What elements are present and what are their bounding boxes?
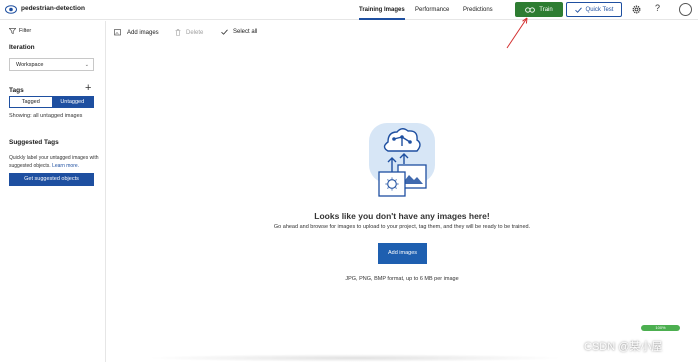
supported-formats-text: JPG, PNG, BMP format, up to 6 MB per ima… [345, 276, 459, 282]
trash-icon [175, 29, 181, 36]
empty-state-headline: Looks like you don't have any images her… [314, 211, 490, 221]
tab-performance[interactable]: Performance [415, 0, 449, 20]
check-icon [221, 29, 228, 35]
tab-untagged[interactable]: Untagged [51, 97, 93, 107]
project-name[interactable]: pedestrian-detection [21, 5, 85, 12]
select-all-button[interactable]: Select all [221, 29, 257, 35]
upload-progress-bar: 100% [641, 325, 680, 331]
add-images-button[interactable]: Add images [378, 243, 427, 264]
settings-gear-icon[interactable] [631, 4, 642, 15]
learn-more-link[interactable]: Learn more. [52, 163, 79, 169]
quick-test-button[interactable]: Quick Test [566, 2, 622, 17]
get-suggested-objects-button[interactable]: Get suggested objects [9, 173, 94, 186]
add-tag-plus-icon[interactable]: + [85, 83, 91, 94]
progress-text: 100% [655, 325, 666, 330]
tag-filter-toggle: Tagged Untagged [9, 96, 94, 108]
tab-predictions[interactable]: Predictions [463, 0, 493, 20]
upload-images-illustration [369, 123, 435, 197]
sidebar: Filter Iteration Workspace ⌄ Tags + Tagg… [0, 21, 106, 362]
eye-logo-icon [5, 5, 17, 14]
bottom-shadow [145, 354, 565, 362]
csdn-watermark: CSDN @某小屋 [584, 341, 663, 353]
suggested-tags-heading: Suggested Tags [9, 139, 59, 146]
empty-state-description: Go ahead and browse for images to upload… [273, 224, 531, 230]
checkmark-icon [574, 7, 582, 13]
top-bar: pedestrian-detection Training Images Per… [0, 0, 698, 20]
filter-icon [9, 28, 16, 34]
annotation-arrow [506, 17, 528, 49]
showing-status: Showing: all untagged images [9, 113, 83, 119]
add-images-label: Add images [127, 29, 159, 36]
filter-button[interactable]: Filter [9, 28, 31, 34]
add-image-icon [114, 29, 121, 36]
iteration-value: Workspace [16, 62, 44, 68]
add-images-toolbar-button[interactable]: Add images [114, 29, 159, 36]
delete-button[interactable]: Delete [175, 29, 203, 36]
tab-tagged[interactable]: Tagged [10, 97, 52, 107]
train-label: Train [539, 6, 553, 13]
delete-label: Delete [186, 29, 204, 36]
suggested-tags-description: Quickly label your untagged images with … [9, 154, 99, 170]
user-avatar[interactable] [679, 3, 692, 16]
filter-label: Filter [19, 28, 32, 34]
iteration-heading: Iteration [9, 44, 35, 51]
quick-test-label: Quick Test [585, 6, 614, 13]
tab-training-images[interactable]: Training Images [359, 0, 405, 20]
tags-heading: Tags [9, 87, 24, 94]
chevron-down-icon: ⌄ [84, 62, 89, 68]
iteration-select[interactable]: Workspace ⌄ [9, 58, 94, 71]
gears-icon [525, 6, 536, 13]
select-all-label: Select all [233, 29, 258, 35]
help-icon[interactable]: ? [655, 3, 660, 13]
